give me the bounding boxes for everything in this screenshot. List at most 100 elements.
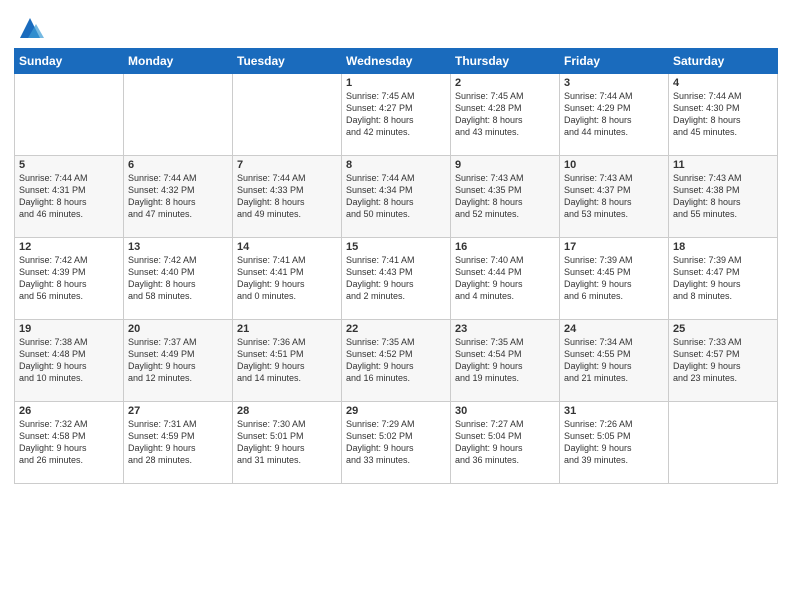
week-row: 5Sunrise: 7:44 AM Sunset: 4:31 PM Daylig…	[15, 156, 778, 238]
day-number: 13	[128, 241, 228, 253]
day-number: 7	[237, 159, 337, 171]
calendar-cell: 8Sunrise: 7:44 AM Sunset: 4:34 PM Daylig…	[342, 156, 451, 238]
day-info: Sunrise: 7:34 AM Sunset: 4:55 PM Dayligh…	[564, 336, 664, 385]
calendar-cell: 10Sunrise: 7:43 AM Sunset: 4:37 PM Dayli…	[560, 156, 669, 238]
day-number: 31	[564, 405, 664, 417]
day-number: 22	[346, 323, 446, 335]
calendar-cell	[124, 74, 233, 156]
day-info: Sunrise: 7:45 AM Sunset: 4:28 PM Dayligh…	[455, 90, 555, 139]
day-info: Sunrise: 7:44 AM Sunset: 4:34 PM Dayligh…	[346, 172, 446, 221]
calendar-cell: 26Sunrise: 7:32 AM Sunset: 4:58 PM Dayli…	[15, 402, 124, 484]
calendar-cell: 17Sunrise: 7:39 AM Sunset: 4:45 PM Dayli…	[560, 238, 669, 320]
week-row: 26Sunrise: 7:32 AM Sunset: 4:58 PM Dayli…	[15, 402, 778, 484]
day-info: Sunrise: 7:36 AM Sunset: 4:51 PM Dayligh…	[237, 336, 337, 385]
calendar-cell: 20Sunrise: 7:37 AM Sunset: 4:49 PM Dayli…	[124, 320, 233, 402]
day-number: 16	[455, 241, 555, 253]
day-info: Sunrise: 7:41 AM Sunset: 4:43 PM Dayligh…	[346, 254, 446, 303]
day-info: Sunrise: 7:43 AM Sunset: 4:38 PM Dayligh…	[673, 172, 773, 221]
day-info: Sunrise: 7:44 AM Sunset: 4:29 PM Dayligh…	[564, 90, 664, 139]
weekday-header-tuesday: Tuesday	[233, 49, 342, 74]
day-info: Sunrise: 7:27 AM Sunset: 5:04 PM Dayligh…	[455, 418, 555, 467]
weekday-header-monday: Monday	[124, 49, 233, 74]
day-info: Sunrise: 7:42 AM Sunset: 4:40 PM Dayligh…	[128, 254, 228, 303]
calendar-cell: 11Sunrise: 7:43 AM Sunset: 4:38 PM Dayli…	[669, 156, 778, 238]
day-info: Sunrise: 7:44 AM Sunset: 4:32 PM Dayligh…	[128, 172, 228, 221]
week-row: 19Sunrise: 7:38 AM Sunset: 4:48 PM Dayli…	[15, 320, 778, 402]
day-info: Sunrise: 7:35 AM Sunset: 4:52 PM Dayligh…	[346, 336, 446, 385]
page: SundayMondayTuesdayWednesdayThursdayFrid…	[0, 0, 792, 612]
day-number: 30	[455, 405, 555, 417]
calendar-cell: 16Sunrise: 7:40 AM Sunset: 4:44 PM Dayli…	[451, 238, 560, 320]
day-number: 26	[19, 405, 119, 417]
day-number: 4	[673, 77, 773, 89]
day-info: Sunrise: 7:39 AM Sunset: 4:47 PM Dayligh…	[673, 254, 773, 303]
day-number: 25	[673, 323, 773, 335]
day-info: Sunrise: 7:44 AM Sunset: 4:33 PM Dayligh…	[237, 172, 337, 221]
calendar-cell: 18Sunrise: 7:39 AM Sunset: 4:47 PM Dayli…	[669, 238, 778, 320]
calendar-cell: 28Sunrise: 7:30 AM Sunset: 5:01 PM Dayli…	[233, 402, 342, 484]
day-info: Sunrise: 7:44 AM Sunset: 4:31 PM Dayligh…	[19, 172, 119, 221]
day-number: 8	[346, 159, 446, 171]
calendar-cell: 2Sunrise: 7:45 AM Sunset: 4:28 PM Daylig…	[451, 74, 560, 156]
calendar-cell: 5Sunrise: 7:44 AM Sunset: 4:31 PM Daylig…	[15, 156, 124, 238]
weekday-header-row: SundayMondayTuesdayWednesdayThursdayFrid…	[15, 49, 778, 74]
calendar-cell: 7Sunrise: 7:44 AM Sunset: 4:33 PM Daylig…	[233, 156, 342, 238]
day-number: 12	[19, 241, 119, 253]
day-info: Sunrise: 7:42 AM Sunset: 4:39 PM Dayligh…	[19, 254, 119, 303]
day-info: Sunrise: 7:26 AM Sunset: 5:05 PM Dayligh…	[564, 418, 664, 467]
calendar-cell	[669, 402, 778, 484]
day-number: 18	[673, 241, 773, 253]
header	[14, 10, 778, 42]
day-number: 20	[128, 323, 228, 335]
day-info: Sunrise: 7:40 AM Sunset: 4:44 PM Dayligh…	[455, 254, 555, 303]
calendar-cell: 1Sunrise: 7:45 AM Sunset: 4:27 PM Daylig…	[342, 74, 451, 156]
calendar-cell: 13Sunrise: 7:42 AM Sunset: 4:40 PM Dayli…	[124, 238, 233, 320]
calendar-cell: 22Sunrise: 7:35 AM Sunset: 4:52 PM Dayli…	[342, 320, 451, 402]
calendar-cell: 30Sunrise: 7:27 AM Sunset: 5:04 PM Dayli…	[451, 402, 560, 484]
calendar-cell: 12Sunrise: 7:42 AM Sunset: 4:39 PM Dayli…	[15, 238, 124, 320]
calendar-cell: 6Sunrise: 7:44 AM Sunset: 4:32 PM Daylig…	[124, 156, 233, 238]
calendar-cell: 29Sunrise: 7:29 AM Sunset: 5:02 PM Dayli…	[342, 402, 451, 484]
day-number: 23	[455, 323, 555, 335]
day-number: 1	[346, 77, 446, 89]
day-number: 10	[564, 159, 664, 171]
day-info: Sunrise: 7:38 AM Sunset: 4:48 PM Dayligh…	[19, 336, 119, 385]
day-number: 28	[237, 405, 337, 417]
calendar-cell: 21Sunrise: 7:36 AM Sunset: 4:51 PM Dayli…	[233, 320, 342, 402]
day-number: 11	[673, 159, 773, 171]
day-info: Sunrise: 7:43 AM Sunset: 4:35 PM Dayligh…	[455, 172, 555, 221]
calendar-cell: 19Sunrise: 7:38 AM Sunset: 4:48 PM Dayli…	[15, 320, 124, 402]
day-info: Sunrise: 7:41 AM Sunset: 4:41 PM Dayligh…	[237, 254, 337, 303]
calendar-cell: 24Sunrise: 7:34 AM Sunset: 4:55 PM Dayli…	[560, 320, 669, 402]
calendar-cell: 31Sunrise: 7:26 AM Sunset: 5:05 PM Dayli…	[560, 402, 669, 484]
calendar-cell: 4Sunrise: 7:44 AM Sunset: 4:30 PM Daylig…	[669, 74, 778, 156]
day-number: 14	[237, 241, 337, 253]
day-number: 27	[128, 405, 228, 417]
calendar-cell: 14Sunrise: 7:41 AM Sunset: 4:41 PM Dayli…	[233, 238, 342, 320]
weekday-header-sunday: Sunday	[15, 49, 124, 74]
calendar-cell: 25Sunrise: 7:33 AM Sunset: 4:57 PM Dayli…	[669, 320, 778, 402]
weekday-header-thursday: Thursday	[451, 49, 560, 74]
calendar-cell: 15Sunrise: 7:41 AM Sunset: 4:43 PM Dayli…	[342, 238, 451, 320]
calendar-cell: 3Sunrise: 7:44 AM Sunset: 4:29 PM Daylig…	[560, 74, 669, 156]
day-info: Sunrise: 7:43 AM Sunset: 4:37 PM Dayligh…	[564, 172, 664, 221]
day-number: 6	[128, 159, 228, 171]
weekday-header-wednesday: Wednesday	[342, 49, 451, 74]
day-number: 9	[455, 159, 555, 171]
day-info: Sunrise: 7:29 AM Sunset: 5:02 PM Dayligh…	[346, 418, 446, 467]
week-row: 12Sunrise: 7:42 AM Sunset: 4:39 PM Dayli…	[15, 238, 778, 320]
day-info: Sunrise: 7:37 AM Sunset: 4:49 PM Dayligh…	[128, 336, 228, 385]
day-number: 21	[237, 323, 337, 335]
day-info: Sunrise: 7:44 AM Sunset: 4:30 PM Dayligh…	[673, 90, 773, 139]
weekday-header-friday: Friday	[560, 49, 669, 74]
day-number: 29	[346, 405, 446, 417]
day-number: 24	[564, 323, 664, 335]
calendar-cell: 27Sunrise: 7:31 AM Sunset: 4:59 PM Dayli…	[124, 402, 233, 484]
day-number: 19	[19, 323, 119, 335]
calendar-table: SundayMondayTuesdayWednesdayThursdayFrid…	[14, 48, 778, 484]
day-number: 2	[455, 77, 555, 89]
logo	[14, 14, 44, 42]
logo-icon	[16, 14, 44, 42]
day-number: 3	[564, 77, 664, 89]
day-number: 17	[564, 241, 664, 253]
